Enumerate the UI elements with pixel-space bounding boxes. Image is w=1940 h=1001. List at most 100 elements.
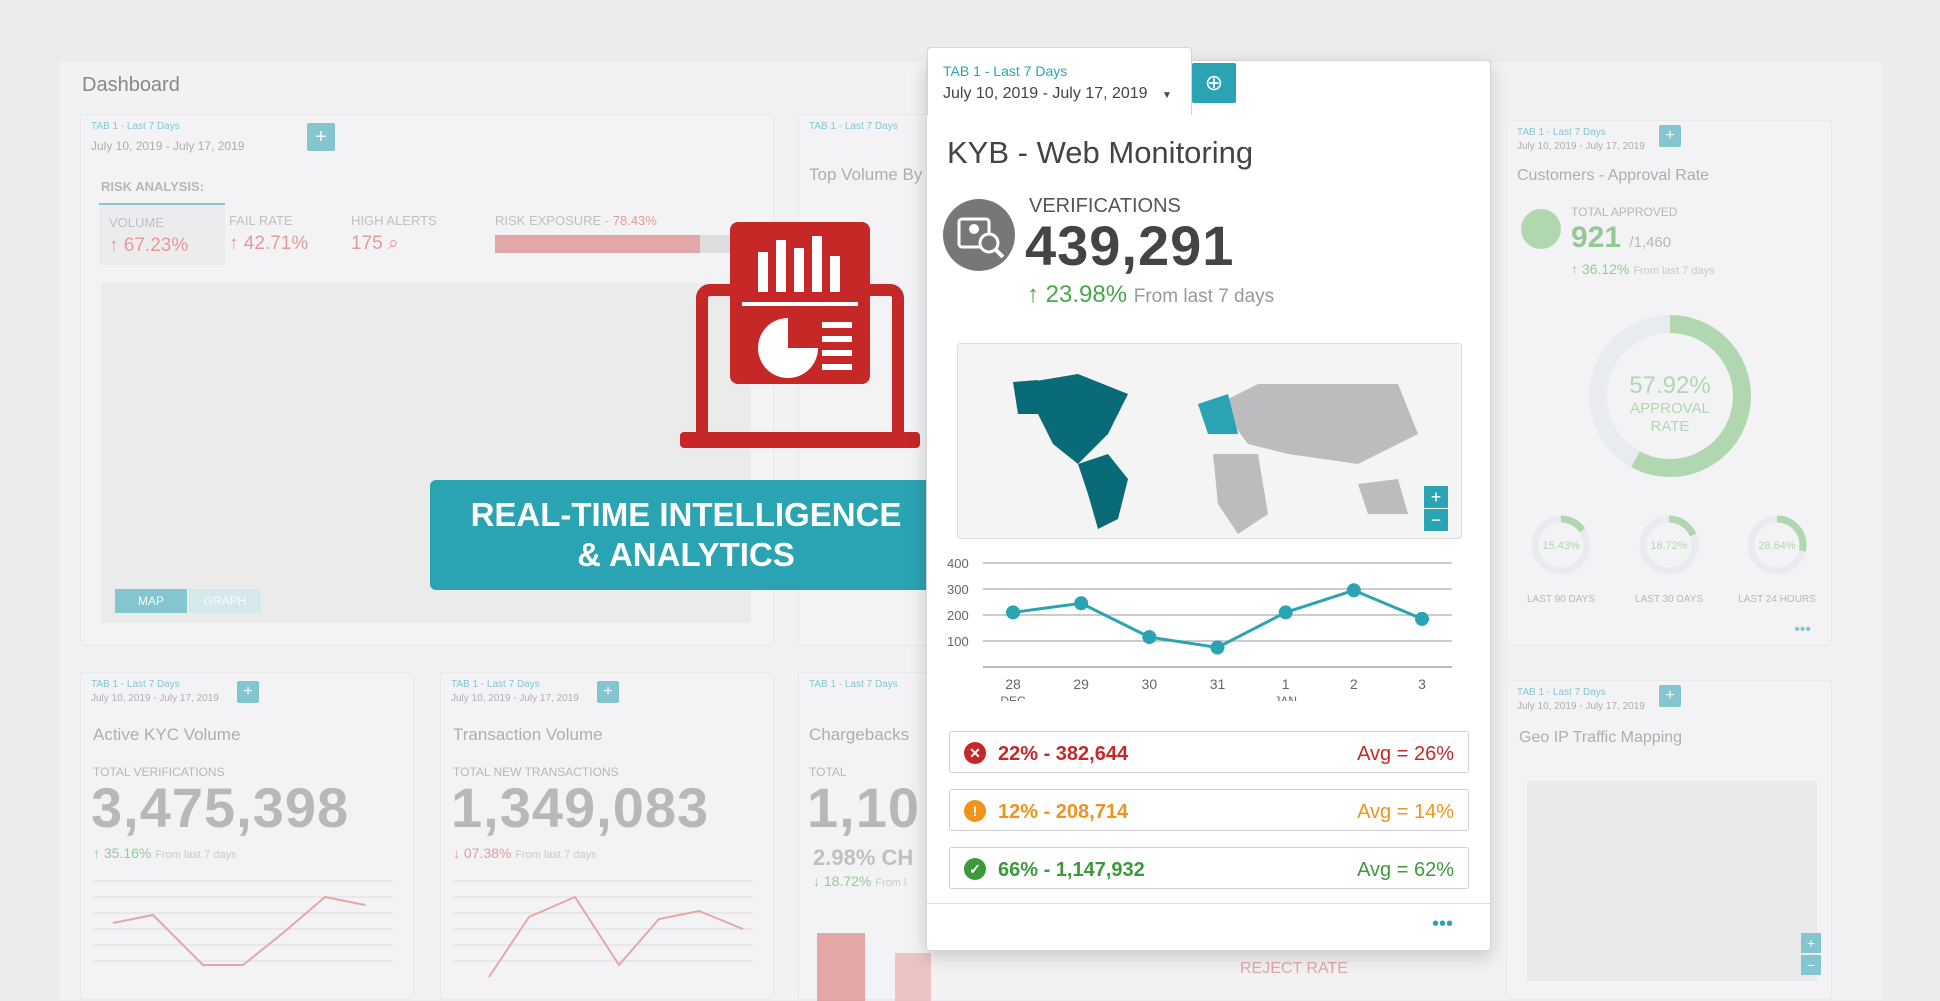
- alert-average: Avg = 14%: [1357, 801, 1454, 823]
- geo-world-map[interactable]: [1527, 781, 1817, 981]
- x-tick-label: 28: [1005, 676, 1021, 692]
- data-point: [1210, 640, 1225, 655]
- card-title: KYB - Web Monitoring: [947, 135, 1254, 170]
- risk-header: RISK ANALYSIS:: [101, 179, 205, 194]
- series-line: [1012, 588, 1423, 650]
- more-options-button[interactable]: •••: [1432, 913, 1453, 936]
- tab-date-range[interactable]: July 10, 2019 - July 17, 2019 ▼: [943, 85, 1172, 103]
- analytics-laptop-icon: [680, 222, 920, 448]
- approval-donut: 57.92% APPROVAL RATE: [1589, 315, 1751, 477]
- zoom-out-button[interactable]: −: [1801, 955, 1821, 975]
- graph-button[interactable]: GRAPH: [189, 589, 261, 613]
- analytics-banner: REAL-TIME INTELLIGENCE & ANALYTICS: [430, 480, 942, 590]
- more-options-button[interactable]: •••: [1794, 621, 1811, 639]
- tab-label: TAB 1 - Last 7 Days: [91, 679, 180, 690]
- approval-rate-label2: RATE: [1651, 418, 1690, 435]
- tx-line-chart: [453, 880, 753, 978]
- x-tick-label: 29: [1073, 676, 1089, 692]
- approval-rate-label: APPROVAL: [1630, 400, 1710, 417]
- card-title: Active KYC Volume: [93, 725, 241, 744]
- tab-label: TAB 1 - Last 7 Days: [451, 679, 540, 690]
- volume-tab[interactable]: VOLUME ↑ 67.23%: [99, 203, 225, 265]
- alert-value: 22% - 382,644: [998, 743, 1129, 765]
- alert-value: 66% - 1,147,932: [998, 859, 1145, 881]
- period-donut-label: LAST 90 DAYS: [1527, 594, 1595, 605]
- chargebacks-bar: [817, 933, 865, 1001]
- alerts-value: 175 ⌕: [351, 233, 399, 254]
- banner-line-2: & ANALYTICS: [577, 536, 795, 573]
- kyc-total-value: 3,475,398: [91, 776, 350, 839]
- alert-value: 12% - 208,714: [998, 801, 1129, 823]
- add-tab-button[interactable]: +: [307, 123, 335, 151]
- map-button[interactable]: MAP: [115, 589, 187, 613]
- verifications-line-chart: 400 300 200 100 28 29 30 31 1 2 3 DEC JAN: [947, 556, 1452, 701]
- page-title: Dashboard: [82, 74, 180, 96]
- period-donut: 15.43% LAST 90 DAYS: [1521, 511, 1601, 605]
- tab-date-range[interactable]: July 10, 2019 - July 17, 2019: [451, 693, 579, 704]
- add-tab-button[interactable]: +: [597, 681, 619, 703]
- active-tab[interactable]: [927, 47, 1192, 115]
- tab-label: TAB 1 - Last 7 Days: [943, 63, 1068, 79]
- chargebacks-total-value: 1,10: [807, 776, 920, 839]
- zoom-out-button[interactable]: −: [1424, 509, 1448, 531]
- add-tab-button[interactable]: +: [1659, 125, 1681, 147]
- alerts-label: HIGH ALERTS: [351, 213, 437, 228]
- kyb-world-map[interactable]: + −: [957, 343, 1462, 539]
- y-tick-label: 100: [947, 634, 969, 649]
- kyc-change: ↑ 35.16% From last 7 days: [93, 845, 237, 861]
- verifications-value: 439,291: [1025, 214, 1235, 277]
- transaction-volume-card: TAB 1 - Last 7 Days July 10, 2019 - July…: [440, 672, 774, 1000]
- zoom-in-button[interactable]: +: [1424, 486, 1448, 508]
- x-tick-label: 1: [1282, 676, 1290, 692]
- zoom-in-button[interactable]: +: [1801, 933, 1821, 953]
- period-donut-value: 15.43%: [1542, 540, 1580, 552]
- world-map-shapes: [1013, 374, 1418, 534]
- total-approved-label: TOTAL APPROVED: [1571, 205, 1678, 219]
- card-footer-divider: [927, 903, 1490, 904]
- alert-status-icon: !: [964, 800, 986, 822]
- y-tick-label: 400: [947, 556, 969, 571]
- month-label: JAN: [1274, 694, 1297, 701]
- exposure-label: RISK EXPOSURE - 78.43%: [495, 213, 657, 228]
- card-title: Chargebacks: [809, 725, 910, 744]
- data-point: [1415, 611, 1429, 626]
- alert-row[interactable]: ! 12% - 208,714 Avg = 14%: [949, 789, 1469, 831]
- tab-date-range[interactable]: July 10, 2019 - July 17, 2019: [91, 139, 244, 153]
- period-donut: 18.72% LAST 30 DAYS: [1629, 511, 1709, 605]
- approval-icon: [1521, 209, 1561, 249]
- data-point: [1278, 605, 1293, 620]
- tab-date-range[interactable]: July 10, 2019 - July 17, 2019: [1517, 701, 1645, 712]
- card-title: Top Volume By: [809, 165, 923, 184]
- data-point: [1006, 605, 1020, 620]
- tab-label: TAB 1 - Last 7 Days: [809, 121, 898, 132]
- approval-rate-card: TAB 1 - Last 7 Days July 10, 2019 - July…: [1506, 120, 1832, 646]
- card-title: Geo IP Traffic Mapping: [1519, 729, 1683, 746]
- volume-label: VOLUME: [109, 215, 164, 230]
- data-point: [1346, 583, 1361, 598]
- alert-row[interactable]: ✓ 66% - 1,147,932 Avg = 62%: [949, 847, 1469, 889]
- tab-date-range[interactable]: July 10, 2019 - July 17, 2019: [91, 693, 219, 704]
- x-tick-label: 30: [1142, 676, 1158, 692]
- verification-search-icon: [943, 199, 1015, 271]
- tab-label: TAB 1 - Last 7 Days: [1517, 687, 1606, 698]
- add-tab-button[interactable]: +: [237, 681, 259, 703]
- chargebacks-card: TAB 1 - Last 7 Days Chargebacks TOTAL 1,…: [798, 672, 931, 1001]
- tab-label: TAB 1 - Last 7 Days: [1517, 127, 1606, 138]
- banner-line-1: REAL-TIME INTELLIGENCE: [470, 496, 902, 533]
- tab-date-range[interactable]: July 10, 2019 - July 17, 2019: [1517, 141, 1645, 152]
- add-tab-button[interactable]: ⊕: [1192, 63, 1236, 103]
- alert-row[interactable]: ✕ 22% - 382,644 Avg = 26%: [949, 731, 1469, 773]
- add-tab-button[interactable]: +: [1659, 685, 1681, 707]
- reject-rate-label: REJECT RATE: [1240, 960, 1348, 977]
- alert-status-icon: ✓: [964, 858, 986, 880]
- x-tick-label: 2: [1350, 676, 1358, 692]
- tx-total-value: 1,349,083: [451, 776, 710, 839]
- period-donut-label: LAST 30 DAYS: [1635, 594, 1703, 605]
- period-donut-value: 28.64%: [1758, 540, 1796, 552]
- y-tick-label: 300: [947, 582, 969, 597]
- total-approved-value: 921 /1,460: [1571, 221, 1672, 254]
- card-title: Customers - Approval Rate: [1517, 167, 1710, 184]
- alert-average: Avg = 62%: [1357, 859, 1454, 881]
- tab-label: TAB 1 - Last 7 Days: [809, 679, 898, 690]
- tab-label: TAB 1 - Last 7 Days: [91, 121, 180, 132]
